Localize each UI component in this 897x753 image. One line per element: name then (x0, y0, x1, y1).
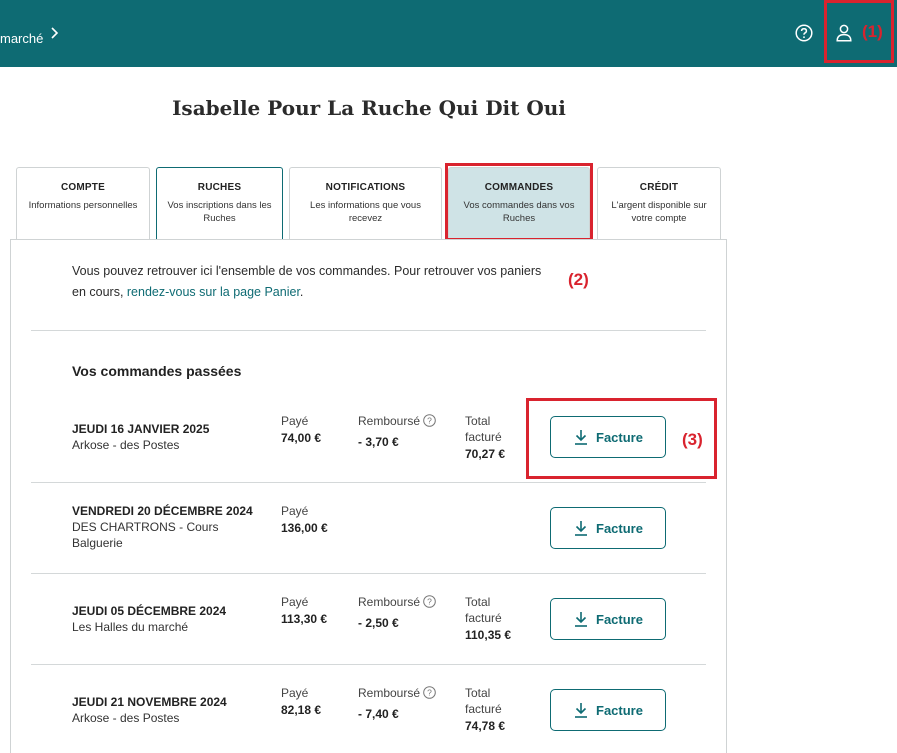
download-invoice-button[interactable]: Facture (550, 507, 666, 549)
annotation-label-2: (2) (568, 270, 589, 289)
tab-subtitle: Les informations que vous recevez (310, 200, 421, 224)
order-date: VENDREDI 20 DÉCEMBRE 2024 (72, 504, 253, 518)
svg-text:?: ? (427, 416, 432, 426)
refunded-value: - 2,50 € (358, 616, 399, 630)
tab-compte[interactable]: COMPTE Informations personnelles (16, 167, 150, 240)
paid-value: 82,18 € (281, 703, 322, 717)
svg-text:?: ? (427, 597, 432, 607)
tab-subtitle: Vos inscriptions dans les Ruches (167, 200, 272, 224)
tab-subtitle: L'argent disponible sur votre compte (611, 200, 707, 224)
annotation-box-tab (445, 163, 593, 241)
tab-title: RUCHES (197, 182, 242, 193)
order-date: JEUDI 05 DÉCEMBRE 2024 (72, 604, 227, 618)
paid-value: 113,30 € (281, 612, 328, 626)
order-date: JEUDI 16 JANVIER 2025 (72, 422, 210, 436)
paid-label: Payé (281, 686, 309, 700)
download-invoice-button[interactable]: Facture (550, 598, 666, 640)
annotation-label-1: (1) (862, 22, 883, 41)
tab-credit[interactable]: CRÉDIT L'argent disponible sur votre com… (597, 167, 721, 240)
help-icon[interactable] (795, 24, 813, 42)
paid-label: Payé (281, 414, 309, 428)
top-bar: marché (0, 0, 897, 67)
orders-panel (10, 239, 727, 753)
tab-subtitle: Informations personnelles (28, 200, 138, 211)
divider (31, 573, 706, 574)
divider (31, 664, 706, 665)
total-label: Total facturé (465, 414, 502, 444)
order-date: JEUDI 21 NOVEMBRE 2024 (72, 695, 227, 709)
total-label: Total facturé (465, 595, 502, 625)
order-place: Arkose - des Postes (72, 711, 180, 725)
tab-title: NOTIFICATIONS (325, 182, 406, 193)
order-place: Les Halles du marché (72, 620, 189, 634)
total-value: 74,78 € (465, 719, 506, 733)
intro-text: Vous pouvez retrouver ici l'ensemble de … (72, 261, 542, 303)
order-place: Arkose - des Postes (72, 438, 180, 452)
refunded-label: Remboursé (358, 686, 421, 700)
intro-end: . (299, 285, 304, 299)
annotation-box-1 (824, 0, 894, 63)
tab-title: CRÉDIT (639, 182, 679, 193)
download-icon (575, 521, 587, 536)
button-label: Facture (596, 521, 643, 536)
paid-value: 74,00 € (281, 431, 322, 445)
tab-title: COMPTE (61, 182, 105, 193)
breadcrumb[interactable]: marché (0, 31, 43, 46)
tab-notifications[interactable]: NOTIFICATIONS Les informations que vous … (289, 167, 442, 240)
divider (31, 482, 706, 483)
info-icon[interactable]: ? (423, 414, 436, 427)
refunded-label: Remboursé (358, 595, 421, 609)
info-icon[interactable]: ? (423, 686, 436, 699)
download-icon (575, 612, 587, 627)
refunded-value: - 7,40 € (358, 707, 399, 721)
refunded-value: - 3,70 € (358, 435, 399, 449)
annotation-label-3: (3) (682, 430, 703, 449)
download-invoice-button[interactable]: Facture (550, 689, 666, 731)
total-value: 70,27 € (465, 447, 506, 461)
info-icon[interactable]: ? (423, 595, 436, 608)
order-place: DES CHARTRONS - Cours Balguerie (72, 520, 219, 550)
page-title: Isabelle Pour La Ruche Qui Dit Oui (172, 96, 566, 120)
section-title: Vos commandes passées (72, 363, 242, 379)
panier-link[interactable]: rendez-vous sur la page Panier (127, 285, 300, 299)
paid-value: 136,00 € (281, 521, 328, 535)
button-label: Facture (596, 612, 643, 627)
paid-label: Payé (281, 504, 309, 518)
total-label: Total facturé (465, 686, 502, 716)
total-value: 110,35 € (465, 628, 512, 642)
divider (31, 330, 706, 331)
button-label: Facture (596, 703, 643, 718)
refunded-label: Remboursé (358, 414, 421, 428)
tab-ruches[interactable]: RUCHES Vos inscriptions dans les Ruches (156, 167, 283, 240)
download-icon (575, 703, 587, 718)
chevron-right-icon (51, 27, 59, 39)
paid-label: Payé (281, 595, 309, 609)
svg-text:?: ? (427, 688, 432, 698)
